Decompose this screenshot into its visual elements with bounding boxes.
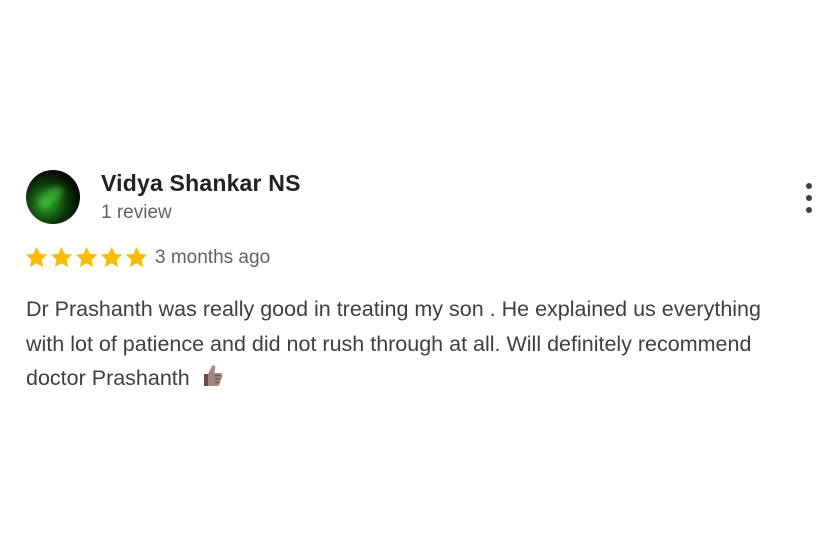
avatar[interactable] bbox=[26, 170, 80, 224]
more-vert-icon bbox=[806, 183, 812, 189]
thumbs-up-icon bbox=[200, 363, 224, 389]
review-count: 1 review bbox=[101, 202, 172, 223]
more-options-button[interactable] bbox=[798, 180, 820, 216]
review-text-content: Dr Prashanth was really good in treating… bbox=[26, 297, 761, 390]
star-icon bbox=[99, 245, 124, 270]
review-time: 3 months ago bbox=[155, 247, 271, 268]
review-card: Vidya Shankar NS 1 review 3 months ago D… bbox=[0, 0, 840, 560]
star-icon bbox=[124, 245, 149, 270]
star-rating bbox=[24, 242, 149, 272]
star-icon bbox=[74, 245, 99, 270]
star-icon bbox=[49, 245, 74, 270]
star-icon bbox=[24, 245, 49, 270]
reviewer-name[interactable]: Vidya Shankar NS bbox=[101, 170, 301, 197]
review-text: Dr Prashanth was really good in treating… bbox=[26, 292, 766, 396]
